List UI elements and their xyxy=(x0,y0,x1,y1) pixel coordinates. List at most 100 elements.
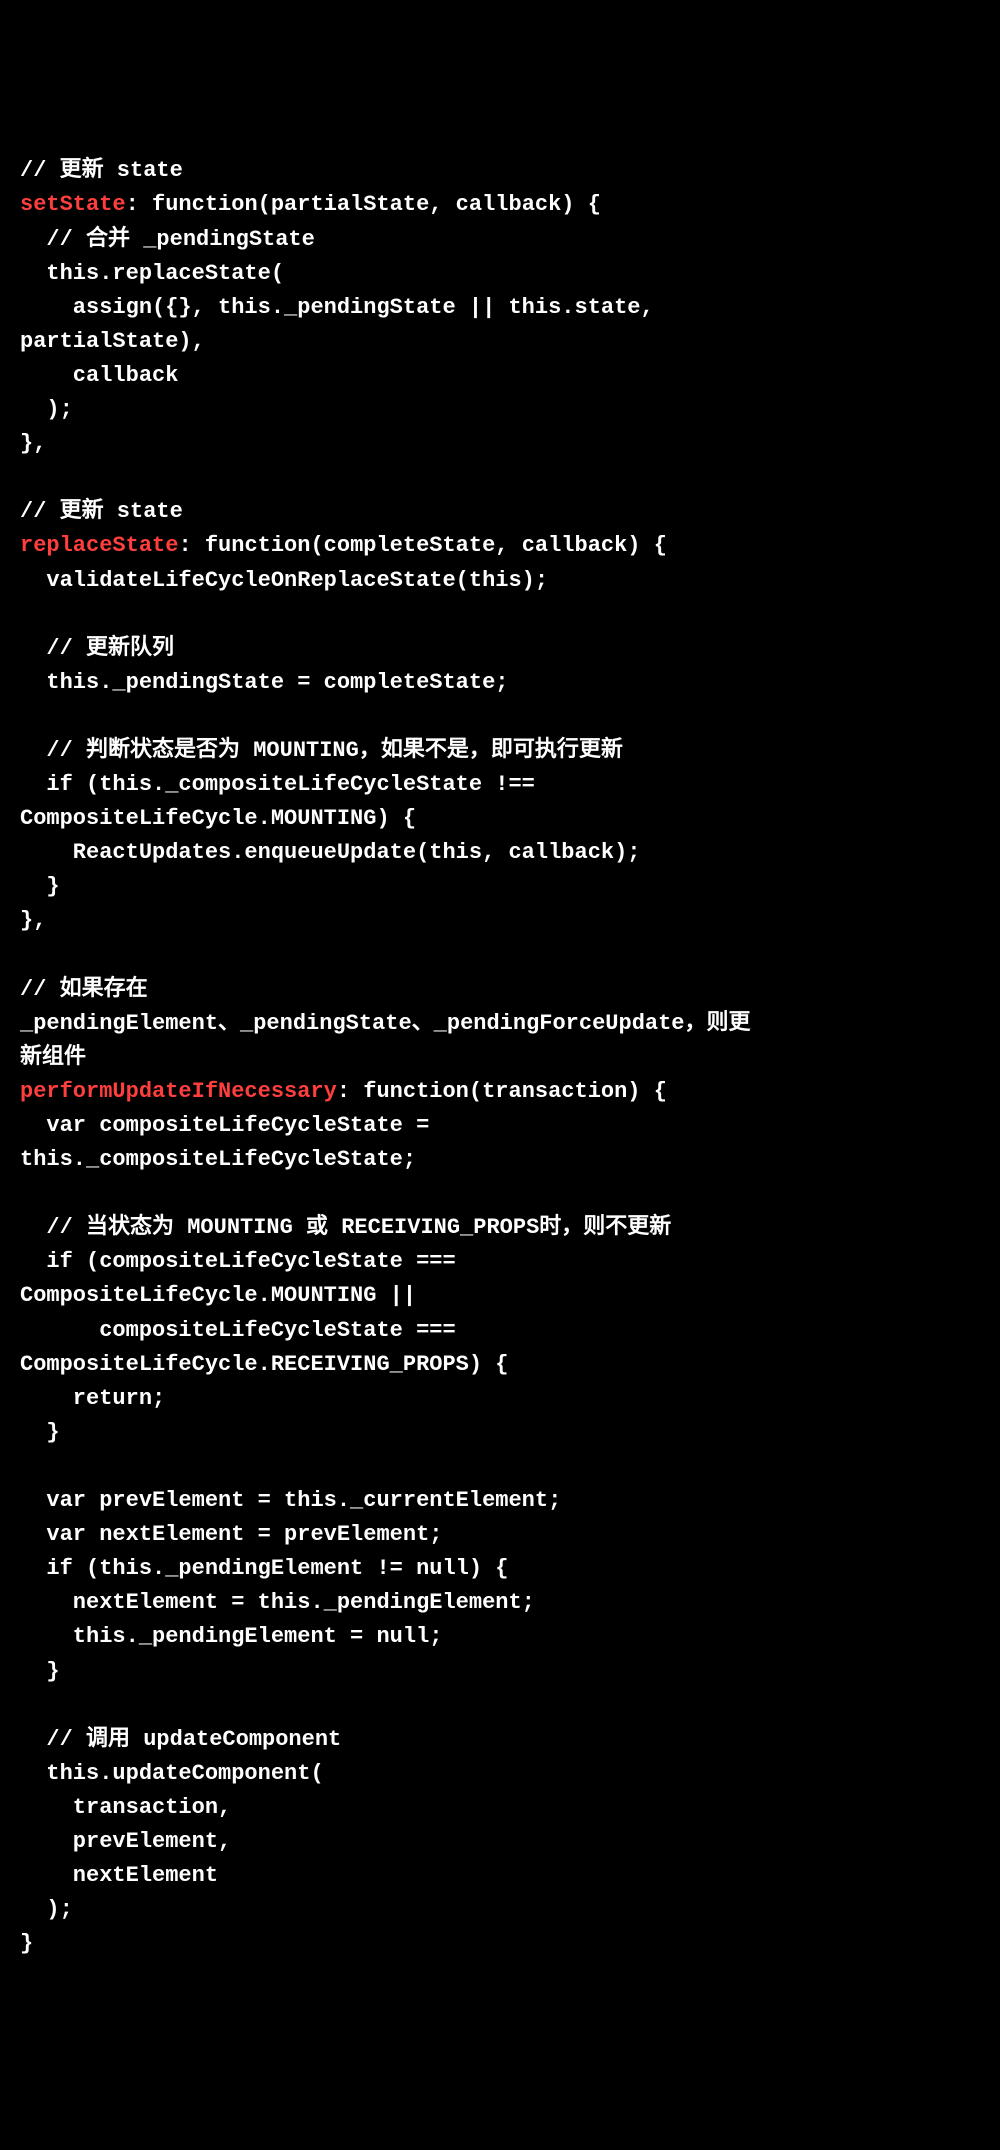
code-line: nextElement xyxy=(20,1859,980,1893)
code-line: CompositeLifeCycle.MOUNTING) { xyxy=(20,802,980,836)
code-text: // 合并 _pendingState xyxy=(20,227,315,252)
code-text: if (this._pendingElement != null) { xyxy=(20,1556,508,1581)
code-line: if (this._pendingElement != null) { xyxy=(20,1552,980,1586)
code-line: // 当状态为 MOUNTING 或 RECEIVING_PROPS时，则不更新 xyxy=(20,1211,980,1245)
code-text: transaction, xyxy=(20,1795,231,1820)
code-line: if (this._compositeLifeCycleState !== xyxy=(20,768,980,802)
method-name: replaceState xyxy=(20,533,178,558)
code-text: ); xyxy=(20,1897,73,1922)
code-text: // 更新 state xyxy=(20,158,183,183)
code-text: }, xyxy=(20,431,46,456)
code-line: }, xyxy=(20,904,980,938)
code-line xyxy=(20,461,980,495)
code-line: performUpdateIfNecessary: function(trans… xyxy=(20,1075,980,1109)
code-line: CompositeLifeCycle.MOUNTING || xyxy=(20,1279,980,1313)
method-name: setState xyxy=(20,192,126,217)
code-line: // 判断状态是否为 MOUNTING，如果不是，即可执行更新 xyxy=(20,734,980,768)
method-name: performUpdateIfNecessary xyxy=(20,1079,337,1104)
code-text: ReactUpdates.enqueueUpdate(this, callbac… xyxy=(20,840,641,865)
code-text: : function(transaction) { xyxy=(337,1079,667,1104)
code-line: var nextElement = prevElement; xyxy=(20,1518,980,1552)
code-line: replaceState: function(completeState, ca… xyxy=(20,529,980,563)
code-text: // 当状态为 MOUNTING 或 RECEIVING_PROPS时，则不更新 xyxy=(20,1215,671,1240)
code-line: // 合并 _pendingState xyxy=(20,223,980,257)
code-line: } xyxy=(20,1416,980,1450)
code-text: validateLifeCycleOnReplaceState(this); xyxy=(20,568,548,593)
code-line: setState: function(partialState, callbac… xyxy=(20,188,980,222)
code-line xyxy=(20,1689,980,1723)
code-text: return; xyxy=(20,1386,165,1411)
code-line: 新组件 xyxy=(20,1041,980,1075)
code-line: // 更新 state xyxy=(20,154,980,188)
code-line: this.updateComponent( xyxy=(20,1757,980,1791)
code-text: // 如果存在 xyxy=(20,977,148,1002)
code-line: }, xyxy=(20,427,980,461)
code-text: nextElement = this._pendingElement; xyxy=(20,1590,535,1615)
code-text: prevElement, xyxy=(20,1829,231,1854)
code-text: this._pendingState = completeState; xyxy=(20,670,508,695)
code-line: _pendingElement、_pendingState、_pendingFo… xyxy=(20,1007,980,1041)
code-line: assign({}, this._pendingState || this.st… xyxy=(20,291,980,325)
code-text: CompositeLifeCycle.MOUNTING || xyxy=(20,1283,416,1308)
code-line: var compositeLifeCycleState = xyxy=(20,1109,980,1143)
code-text: var prevElement = this._currentElement; xyxy=(20,1488,561,1513)
code-line xyxy=(20,1177,980,1211)
code-line: } xyxy=(20,1927,980,1961)
code-text: } xyxy=(20,1420,60,1445)
code-text: this._compositeLifeCycleState; xyxy=(20,1147,416,1172)
code-line: ); xyxy=(20,393,980,427)
code-line: callback xyxy=(20,359,980,393)
code-line xyxy=(20,939,980,973)
code-text: } xyxy=(20,874,60,899)
code-text: var nextElement = prevElement; xyxy=(20,1522,442,1547)
code-text: }, xyxy=(20,908,46,933)
code-text: partialState), xyxy=(20,329,205,354)
code-snippet: // 更新 state setState: function(partialSta… xyxy=(20,154,980,1961)
code-line: ReactUpdates.enqueueUpdate(this, callbac… xyxy=(20,836,980,870)
code-line: CompositeLifeCycle.RECEIVING_PROPS) { xyxy=(20,1348,980,1382)
code-text: 新组件 xyxy=(20,1045,86,1070)
code-text: assign({}, this._pendingState || this.st… xyxy=(20,295,654,320)
code-line xyxy=(20,700,980,734)
code-text: _pendingElement、_pendingState、_pendingFo… xyxy=(20,1011,751,1036)
code-text: this.updateComponent( xyxy=(20,1761,324,1786)
code-line: var prevElement = this._currentElement; xyxy=(20,1484,980,1518)
code-line: ); xyxy=(20,1893,980,1927)
code-text: // 调用 updateComponent xyxy=(20,1727,341,1752)
code-line: this._compositeLifeCycleState; xyxy=(20,1143,980,1177)
code-text: : function(completeState, callback) { xyxy=(178,533,666,558)
code-line: if (compositeLifeCycleState === xyxy=(20,1245,980,1279)
code-line xyxy=(20,1450,980,1484)
code-line: nextElement = this._pendingElement; xyxy=(20,1586,980,1620)
code-line: this.replaceState( xyxy=(20,257,980,291)
code-line xyxy=(20,598,980,632)
code-text: compositeLifeCycleState === xyxy=(20,1318,456,1343)
code-text: : function(partialState, callback) { xyxy=(126,192,601,217)
code-line: // 如果存在 xyxy=(20,973,980,1007)
code-text: callback xyxy=(20,363,178,388)
code-text: // 更新队列 xyxy=(20,636,174,661)
code-line: partialState), xyxy=(20,325,980,359)
code-text: CompositeLifeCycle.RECEIVING_PROPS) { xyxy=(20,1352,508,1377)
code-line: } xyxy=(20,870,980,904)
code-line: prevElement, xyxy=(20,1825,980,1859)
code-line: this._pendingState = completeState; xyxy=(20,666,980,700)
code-text: ); xyxy=(20,397,73,422)
code-text: CompositeLifeCycle.MOUNTING) { xyxy=(20,806,416,831)
code-text: // 判断状态是否为 MOUNTING，如果不是，即可执行更新 xyxy=(20,738,623,763)
code-text: nextElement xyxy=(20,1863,218,1888)
code-text: if (compositeLifeCycleState === xyxy=(20,1249,456,1274)
code-text: var compositeLifeCycleState = xyxy=(20,1113,429,1138)
code-line: validateLifeCycleOnReplaceState(this); xyxy=(20,564,980,598)
code-text: } xyxy=(20,1931,33,1956)
code-text: this._pendingElement = null; xyxy=(20,1624,442,1649)
code-line: transaction, xyxy=(20,1791,980,1825)
code-line: this._pendingElement = null; xyxy=(20,1620,980,1654)
code-text: if (this._compositeLifeCycleState !== xyxy=(20,772,535,797)
code-line: // 更新队列 xyxy=(20,632,980,666)
code-text: this.replaceState( xyxy=(20,261,284,286)
code-line: return; xyxy=(20,1382,980,1416)
code-text: } xyxy=(20,1659,60,1684)
code-text: // 更新 state xyxy=(20,499,183,524)
code-line: // 更新 state xyxy=(20,495,980,529)
